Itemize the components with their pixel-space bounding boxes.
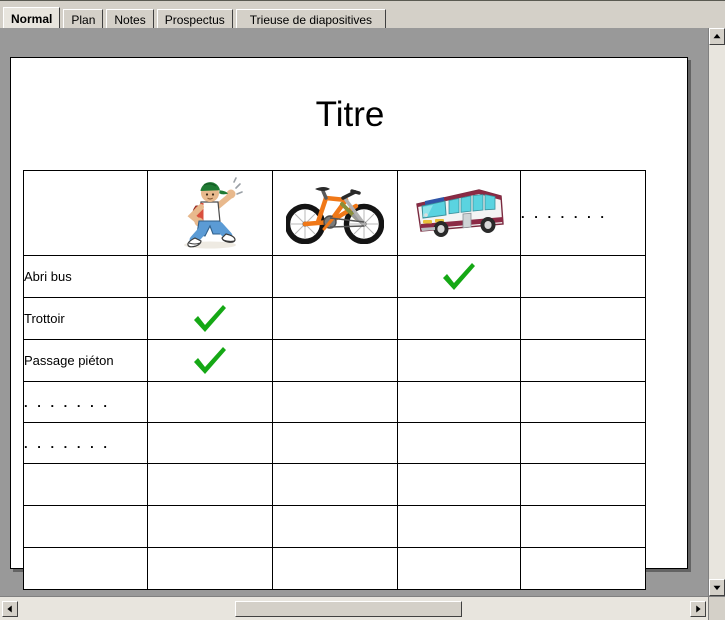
cell-placeholder-1-pedestrian[interactable] <box>147 381 273 423</box>
header-cell-bicycle[interactable] <box>272 170 398 256</box>
cell-blank-3-other[interactable] <box>520 547 646 590</box>
triangle-left-icon <box>7 605 12 613</box>
scroll-up-button[interactable] <box>709 28 725 45</box>
cell-blank-3-bus[interactable] <box>397 547 521 590</box>
bus-icon <box>411 189 507 237</box>
cell-abri-bus-other[interactable] <box>520 255 646 298</box>
cell-trottoir-other[interactable] <box>520 297 646 340</box>
tab-trieuse-de-diapositives[interactable]: Trieuse de diapositives <box>235 9 387 28</box>
cell-blank-2-label[interactable] <box>23 505 148 548</box>
cell-passage-pieton-other[interactable] <box>520 339 646 382</box>
row-label-abri-bus[interactable]: Abri bus <box>23 255 148 298</box>
table-row: Abri bus <box>23 255 646 298</box>
table-row: Passage piéton <box>23 339 646 382</box>
cell-placeholder-2-pedestrian[interactable] <box>147 422 273 464</box>
tab-normal[interactable]: Normal <box>3 7 61 28</box>
cell-blank-3-pedestrian[interactable] <box>147 547 273 590</box>
cell-abri-bus-pedestrian[interactable] <box>147 255 273 298</box>
row-label-placeholder-2[interactable]: . . . . . . . <box>23 422 148 464</box>
scroll-down-button[interactable] <box>709 579 725 596</box>
view-tab-strip: Normal Plan Notes Prospectus Trieuse de … <box>0 0 725 28</box>
cell-blank-1-label[interactable] <box>23 463 148 506</box>
bicycle-icon <box>286 187 384 244</box>
header-cell-other[interactable]: . . . . . . . <box>520 170 646 256</box>
cell-blank-1-other[interactable] <box>520 463 646 506</box>
running-boy-icon <box>174 177 246 249</box>
triangle-right-icon <box>696 605 701 613</box>
header-cell-pedestrian[interactable] <box>147 170 273 256</box>
scroll-right-button[interactable] <box>690 601 706 617</box>
check-icon <box>398 261 520 293</box>
row-label-trottoir[interactable]: Trottoir <box>23 297 148 340</box>
cell-placeholder-1-bicycle[interactable] <box>272 381 398 423</box>
cell-trottoir-bus[interactable] <box>397 297 521 340</box>
slide-table[interactable]: . . . . . . . Abri bus Trottoir Passage … <box>23 170 646 590</box>
cell-placeholder-2-bus[interactable] <box>397 422 521 464</box>
cell-blank-1-bicycle[interactable] <box>272 463 398 506</box>
check-icon <box>148 303 272 335</box>
table-row <box>23 547 646 590</box>
cell-passage-pieton-pedestrian[interactable] <box>147 339 273 382</box>
cell-placeholder-2-other[interactable] <box>520 422 646 464</box>
tab-prospectus[interactable]: Prospectus <box>156 9 233 28</box>
cell-trottoir-pedestrian[interactable] <box>147 297 273 340</box>
scrollbar-corner <box>708 596 725 620</box>
cell-abri-bus-bus[interactable] <box>397 255 521 298</box>
cell-blank-2-pedestrian[interactable] <box>147 505 273 548</box>
triangle-down-icon <box>713 585 721 591</box>
cell-blank-3-bicycle[interactable] <box>272 547 398 590</box>
horizontal-scroll-thumb[interactable] <box>235 601 462 617</box>
cell-passage-pieton-bicycle[interactable] <box>272 339 398 382</box>
cell-blank-1-pedestrian[interactable] <box>147 463 273 506</box>
header-cell-bus[interactable] <box>397 170 521 256</box>
cell-blank-2-bus[interactable] <box>397 505 521 548</box>
table-row: . . . . . . . <box>23 381 646 423</box>
cell-trottoir-bicycle[interactable] <box>272 297 398 340</box>
table-row: Trottoir <box>23 297 646 340</box>
table-header-row: . . . . . . . <box>23 170 646 256</box>
cell-passage-pieton-bus[interactable] <box>397 339 521 382</box>
cell-placeholder-1-bus[interactable] <box>397 381 521 423</box>
horizontal-scrollbar[interactable] <box>0 596 708 620</box>
row-label-placeholder-1[interactable]: . . . . . . . <box>23 381 148 423</box>
cell-abri-bus-bicycle[interactable] <box>272 255 398 298</box>
cell-blank-2-bicycle[interactable] <box>272 505 398 548</box>
check-icon <box>148 345 272 377</box>
slide-edit-area[interactable]: Titre . . . . . . . Abri bus Trottoir Pa… <box>0 28 697 596</box>
table-row: . . . . . . . <box>23 422 646 464</box>
powerpoint-window: Normal Plan Notes Prospectus Trieuse de … <box>0 0 725 620</box>
triangle-up-icon <box>713 33 721 39</box>
row-label-passage-pieton[interactable]: Passage piéton <box>23 339 148 382</box>
slide-canvas[interactable]: Titre . . . . . . . Abri bus Trottoir Pa… <box>10 57 689 590</box>
cell-blank-2-other[interactable] <box>520 505 646 548</box>
table-row <box>23 463 646 506</box>
vertical-scrollbar[interactable] <box>708 28 725 596</box>
tab-plan[interactable]: Plan <box>63 9 104 28</box>
header-cell-empty[interactable] <box>23 170 148 256</box>
table-row <box>23 505 646 548</box>
cell-placeholder-2-bicycle[interactable] <box>272 422 398 464</box>
slide-title[interactable]: Titre <box>11 96 689 134</box>
cell-blank-1-bus[interactable] <box>397 463 521 506</box>
cell-placeholder-1-other[interactable] <box>520 381 646 423</box>
tab-notes[interactable]: Notes <box>106 9 154 28</box>
scroll-left-button[interactable] <box>2 601 18 617</box>
cell-blank-3-label[interactable] <box>23 547 148 590</box>
view-tabs: Normal Plan Notes Prospectus Trieuse de … <box>3 5 389 28</box>
